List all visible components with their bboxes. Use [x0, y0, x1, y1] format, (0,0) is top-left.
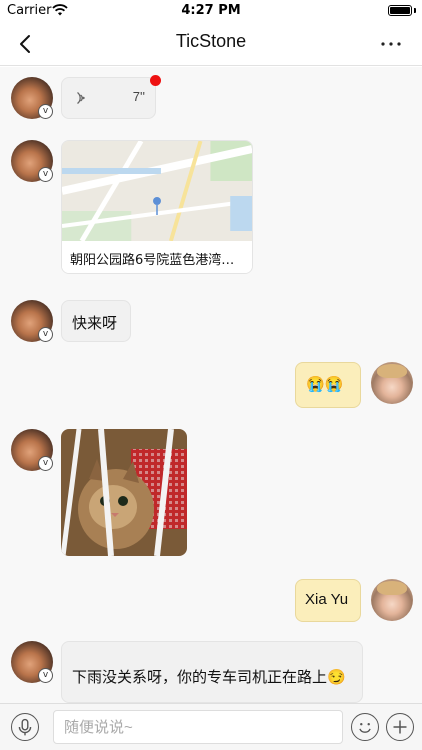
cat-photo-image[interactable] [61, 429, 187, 556]
voice-message-bubble[interactable]: 7'' [61, 77, 156, 119]
verified-badge-icon: v [38, 167, 53, 182]
plus-icon[interactable] [386, 713, 414, 741]
verified-badge-icon: v [38, 327, 53, 342]
emoji-smile-icon[interactable] [351, 713, 379, 741]
text-message-bubble[interactable]: 下雨没关系呀，你的专车司机正在路上😏 [61, 641, 363, 703]
location-address: 朝阳公园路6号院蓝色港湾国... [62, 241, 252, 273]
message-list[interactable]: v 7'' v 朝阳公园路6号院蓝色港湾国... v 快来呀 😭😭 v Xia … [0, 67, 422, 703]
nav-bar: TicStone [0, 22, 422, 66]
avatar[interactable] [371, 579, 413, 621]
more-dots-icon[interactable] [380, 32, 402, 56]
voice-wave-icon [77, 91, 85, 105]
text-message-bubble[interactable]: Xia Yu [295, 579, 361, 622]
voice-duration: 7'' [132, 89, 145, 104]
status-time: 4:27 PM [181, 3, 241, 18]
verified-badge-icon: v [38, 456, 53, 471]
verified-badge-icon: v [38, 104, 53, 119]
battery-tip [414, 8, 416, 13]
text-message-bubble[interactable]: 快来呀 [61, 300, 131, 342]
unread-dot [150, 75, 161, 86]
message-input[interactable] [53, 710, 343, 744]
battery-icon [388, 5, 412, 16]
chat-title: TicStone [175, 31, 247, 51]
verified-badge-icon: v [38, 668, 53, 683]
map-thumbnail [62, 141, 252, 241]
location-message-card[interactable]: 朝阳公园路6号院蓝色港湾国... [61, 140, 253, 274]
avatar[interactable] [371, 362, 413, 404]
microphone-icon[interactable] [11, 713, 39, 741]
input-bar [0, 703, 422, 750]
status-bar: Carrier 4:27 PM [0, 0, 422, 22]
emoji-message-bubble[interactable]: 😭😭 [295, 362, 361, 408]
